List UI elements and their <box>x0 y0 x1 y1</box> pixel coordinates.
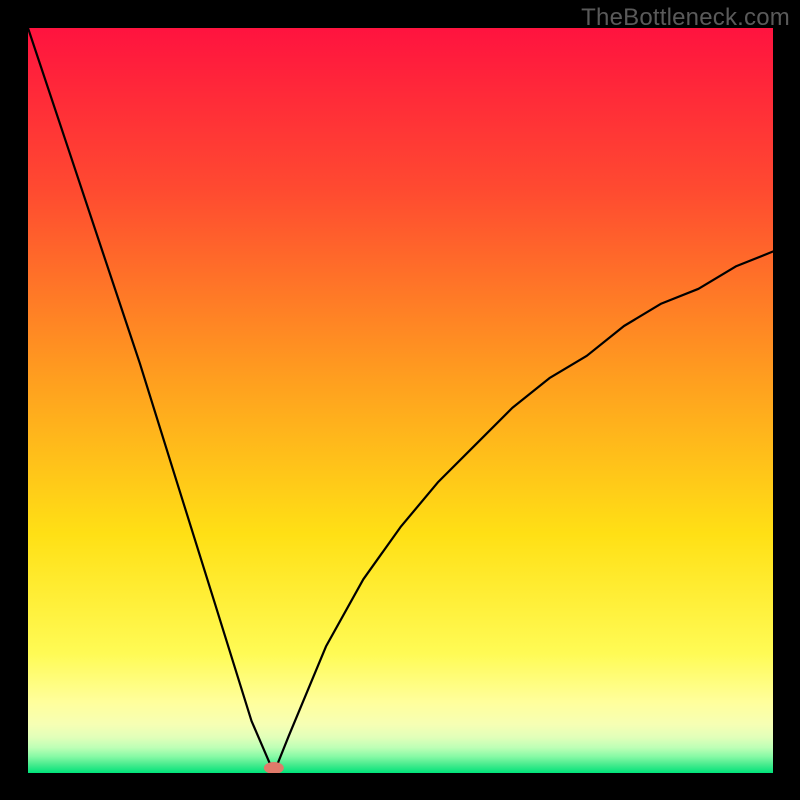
plot-area <box>28 28 773 773</box>
chart-frame: TheBottleneck.com <box>0 0 800 800</box>
gradient-backdrop <box>28 28 773 773</box>
chart-svg <box>28 28 773 773</box>
